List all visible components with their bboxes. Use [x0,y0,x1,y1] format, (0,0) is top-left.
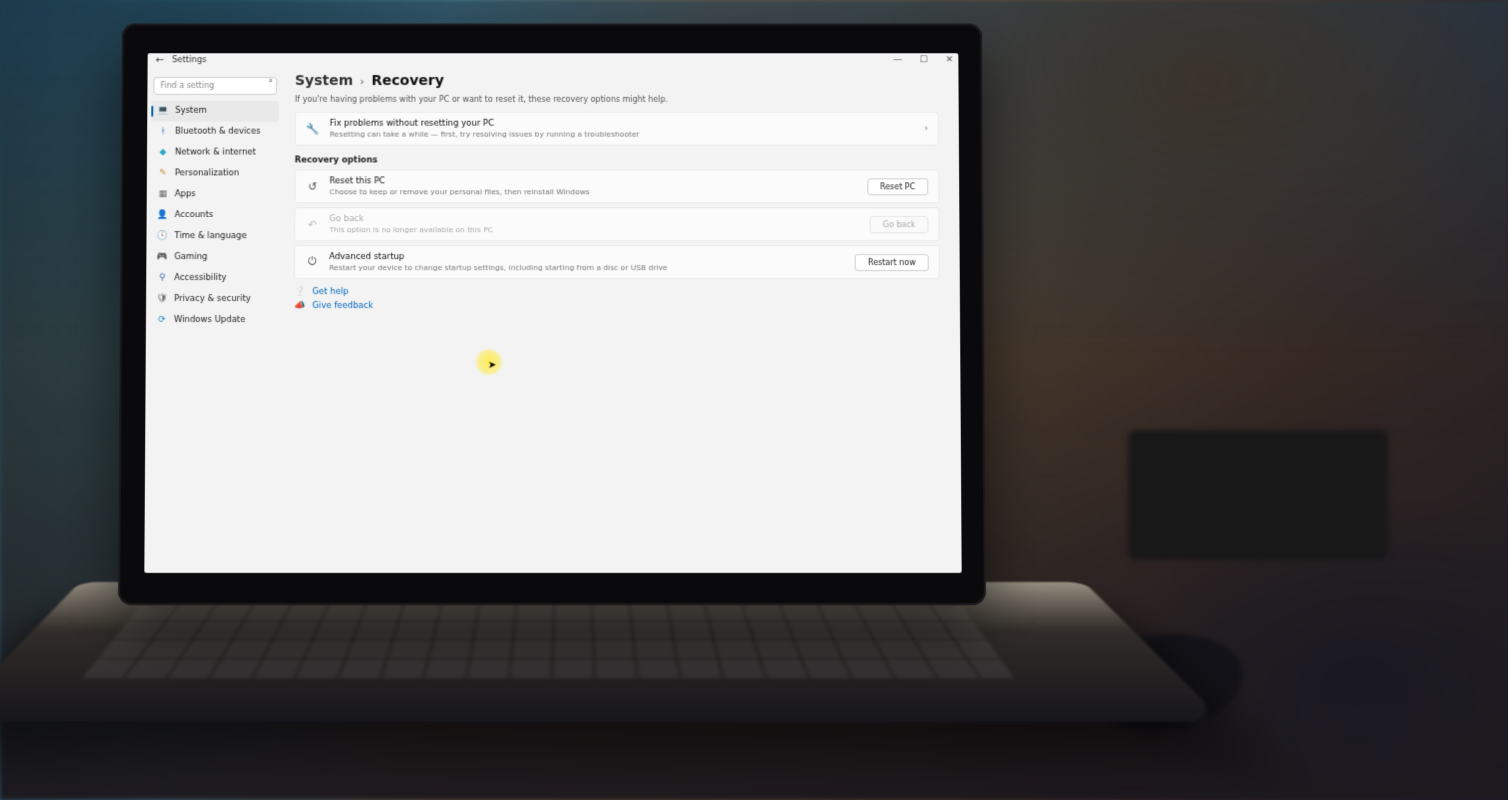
advanced-icon: ⏻ [305,255,319,269]
nav-icon: 👤 [157,209,169,221]
sidebar-item-gaming[interactable]: 🎮 Gaming [150,247,278,268]
reset-title: Reset this PC [329,176,589,186]
sidebar-item-apps[interactable]: ▦ Apps [151,184,279,205]
recovery-row-advanced: ⏻ Advanced startupRestart your device to … [294,245,940,279]
search-input[interactable] [153,77,277,95]
dock-device [1128,430,1388,560]
sidebar-item-system[interactable]: 💻 System [151,100,279,121]
back-button[interactable]: ← [156,55,164,66]
minimize-button[interactable]: — [893,55,903,65]
goback-sub: This option is no longer available on th… [329,225,493,234]
nav-list: 💻 System ᚼ Bluetooth & devices ◆ Network & in… [150,100,279,330]
intro-text: If you're having problems with your PC o… [295,95,939,104]
nav-icon: ▦ [157,188,169,200]
nav-label: Accounts [175,210,214,220]
advanced-button[interactable]: Restart now [855,254,929,271]
nav-icon: ⟳ [156,314,168,326]
breadcrumb-parent[interactable]: System [295,73,353,89]
give-feedback-label[interactable]: Give feedback [312,301,373,311]
search-icon: ⌕ [269,76,274,86]
give-feedback-link[interactable]: 📣 Give feedback [294,301,940,311]
nav-label: Gaming [174,252,207,262]
nav-label: Bluetooth & devices [175,127,260,137]
sidebar-item-windows-update[interactable]: ⟳ Windows Update [150,310,278,331]
recovery-row-reset: ↺ Reset this PCChoose to keep or remove y… [294,169,939,203]
maximize-button[interactable]: ☐ [918,55,928,65]
main-area: System › Recovery If you're having probl… [281,67,962,573]
nav-icon: 🎮 [156,251,168,263]
fix-problems-card[interactable]: 🔧 Fix problems without resetting your PC… [295,112,939,146]
reset-sub: Choose to keep or remove your personal f… [329,187,589,196]
nav-label: System [175,106,207,116]
help-icon: ❔ [294,287,305,297]
nav-icon: ⚲ [156,272,168,284]
nav-label: Personalization [175,168,239,178]
reset-icon: ↺ [305,179,319,193]
recovery-row-goback: ↶Go backThis option is no longer availab… [294,207,939,241]
nav-label: Windows Update [174,315,245,325]
nav-label: Apps [175,189,196,199]
sidebar-item-bluetooth-devices[interactable]: ᚼ Bluetooth & devices [151,121,279,142]
laptop: ← Settings — ☐ ✕ ⌕ 💻 System ᚼ Bluetooth & d… [120,22,984,604]
fix-title: Fix problems without resetting your PC [330,119,640,129]
nav-icon: ᚼ [157,126,169,138]
sidebar-item-accessibility[interactable]: ⚲ Accessibility [150,268,278,289]
sidebar-item-network-internet[interactable]: ◆ Network & internet [151,142,279,163]
sidebar-item-privacy-security[interactable]: 🛡 Privacy & security [150,289,278,310]
nav-icon: ✎ [157,167,169,179]
screen-bezel: ← Settings — ☐ ✕ ⌕ 💻 System ᚼ Bluetooth & d… [118,24,986,606]
settings-window: ← Settings — ☐ ✕ ⌕ 💻 System ᚼ Bluetooth & d… [144,53,961,573]
feedback-icon: 📣 [294,301,305,311]
nav-label: Accessibility [174,273,226,283]
breadcrumb: System › Recovery [295,73,939,89]
chevron-right-icon: › [924,124,928,134]
sidebar-item-accounts[interactable]: 👤 Accounts [151,205,279,226]
app-title: Settings [172,55,207,65]
sidebar: ⌕ 💻 System ᚼ Bluetooth & devices ◆ Network & … [144,67,283,573]
nav-label: Privacy & security [174,294,251,304]
get-help-label[interactable]: Get help [312,287,348,297]
close-button[interactable]: ✕ [944,55,954,65]
goback-icon: ↶ [305,217,319,231]
nav-icon: ◆ [157,147,169,159]
get-help-link[interactable]: ❔ Get help [294,287,940,297]
goback-title: Go back [329,214,493,224]
chevron-right-icon: › [360,75,364,88]
nav-icon: 🕓 [156,230,168,242]
nav-icon: 💻 [157,105,169,117]
sidebar-item-time-language[interactable]: 🕓 Time & language [150,226,278,247]
page-title: Recovery [371,73,444,89]
fix-sub: Resetting can take a while — first, try … [330,130,640,139]
recovery-options-header: Recovery options [295,155,939,165]
nav-label: Time & language [174,231,246,241]
advanced-title: Advanced startup [329,252,667,262]
nav-label: Network & internet [175,148,256,158]
goback-button: Go back [870,216,929,233]
sidebar-item-personalization[interactable]: ✎ Personalization [151,163,279,184]
nav-icon: 🛡 [156,293,168,305]
reset-button[interactable]: Reset PC [867,178,928,195]
titlebar: ← Settings — ☐ ✕ [148,53,959,67]
wrench-icon: 🔧 [306,122,320,136]
advanced-sub: Restart your device to change startup se… [329,263,667,272]
